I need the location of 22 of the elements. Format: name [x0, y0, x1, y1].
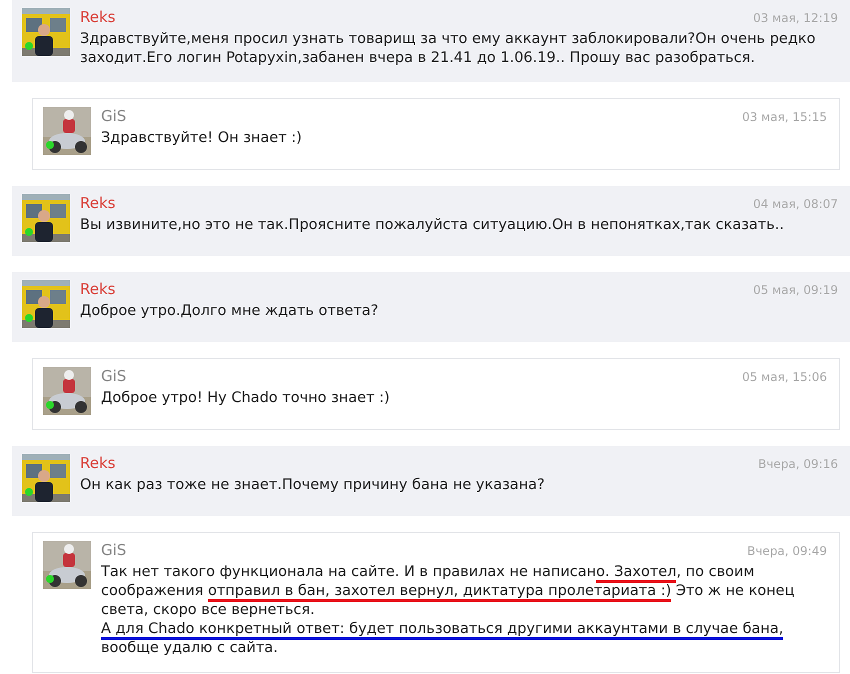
author-name[interactable]: GiS [101, 107, 126, 125]
message-time: 05 мая, 15:06 [742, 370, 827, 384]
message-text: Здравствуйте,меня просил узнать товарищ за что ему аккаунт заблокировали?Он очень редко заходит.Его логин Potapyxin,забанен вчера в 21.41 до 1.06.19.. Прошу вас разобраться. [80, 30, 816, 68]
message-text: Доброе утро! Ну Chado точно знает :) [101, 389, 391, 408]
message-text: Здравствуйте! Он знает :) [101, 129, 303, 148]
author-name[interactable]: GiS [101, 541, 126, 559]
message-time: 04 мая, 08:07 [753, 197, 838, 211]
author-name[interactable]: Reks [80, 8, 116, 26]
message-time: 03 мая, 15:15 [742, 110, 827, 124]
author-name[interactable]: Reks [80, 454, 116, 472]
message-time: Вчера, 09:16 [758, 457, 838, 471]
author-name[interactable]: GiS [101, 367, 126, 385]
message-text: А для Chado конкретный ответ: будет пользоваться другими аккаунтами в случае бана, вообще удалю с сайта. [101, 620, 784, 658]
author-name[interactable]: Reks [80, 280, 116, 298]
message-text: Он как раз тоже не знает.Почему причину бана не указана? [80, 476, 546, 495]
author-name[interactable]: Reks [80, 194, 116, 212]
message-time: 05 мая, 09:19 [753, 283, 838, 297]
message-time: Вчера, 09:49 [747, 544, 827, 558]
message-text: Так нет такого функционала на сайте. И в правилах не написано. Захотел, по своим соображения отправил в бан, захотел вернул, диктатура пролетариата :) Это ж не конец света, скоро все вернеться. [101, 563, 796, 620]
message-text: Доброе утро.Долго мне ждать ответа? [80, 302, 380, 321]
message-text: Вы извините,но это не так.Проясните пожалуйста ситуацию.Он в непонятках,так сказать.. [80, 216, 786, 235]
message-time: 03 мая, 12:19 [753, 11, 838, 25]
